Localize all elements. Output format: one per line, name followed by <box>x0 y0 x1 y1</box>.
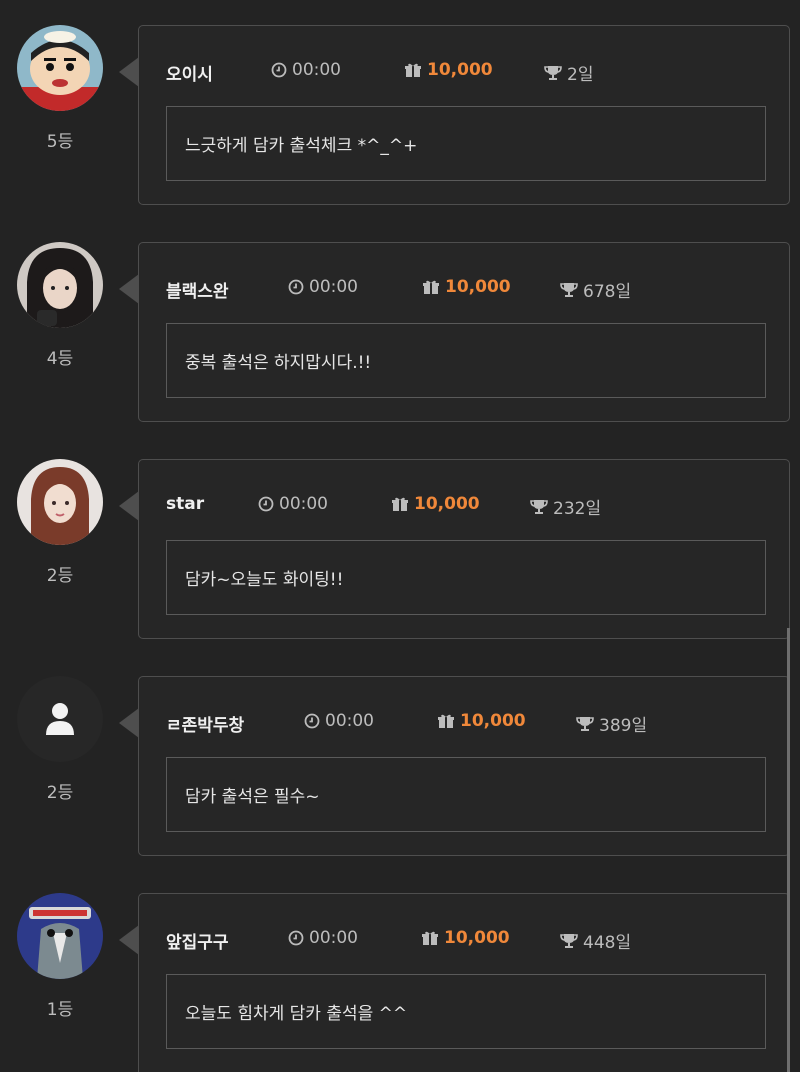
points: 10,000 <box>421 928 510 948</box>
clock-icon <box>288 279 304 295</box>
gift-icon <box>438 714 454 728</box>
nickname[interactable]: 앞집구구 <box>166 928 229 953</box>
speech-arrow <box>119 491 139 521</box>
comment-meta: 오이시 00:00 10,000 2일 <box>166 60 769 85</box>
comment-meta: 앞집구구 00:00 10,000 448일 <box>166 928 769 953</box>
avatar[interactable] <box>17 25 103 111</box>
time-value: 00:00 <box>309 928 358 948</box>
rank-label: 2등 <box>46 566 74 586</box>
comment-meta: ㄹ존박두창 00:00 10,000 389일 <box>166 711 769 736</box>
days-value: 448일 <box>583 933 632 953</box>
cartoon-avatar-image <box>17 25 103 111</box>
comment-message: 담카~오늘도 화이팅!! <box>166 540 766 615</box>
default-user-icon <box>46 703 74 735</box>
comment-message: 오늘도 힘차게 담카 출석을 ^^ <box>166 974 766 1049</box>
speech-arrow <box>119 274 139 304</box>
time-value: 00:00 <box>325 711 374 731</box>
attendance-list: 5등 오이시 00:00 10,000 2일 느긋하게 담카 출석체크 *^_^… <box>0 0 800 1072</box>
comment-card: 블랙스완 00:00 10,000 678일 중복 출석은 하지맙시다.!! <box>119 242 790 422</box>
speech-arrow <box>119 57 139 87</box>
gift-icon <box>423 280 439 294</box>
trophy-icon <box>560 933 578 948</box>
time-value: 00:00 <box>309 277 358 297</box>
nickname[interactable]: ㄹ존박두창 <box>166 711 244 736</box>
points-value: 10,000 <box>444 928 510 948</box>
points-value: 10,000 <box>427 60 493 80</box>
gift-icon <box>422 931 438 945</box>
attendance-entry: 4등 블랙스완 00:00 10,000 678일 중복 출석은 하지맙시다.!… <box>0 217 800 434</box>
attendance-entry: 2등 star 00:00 10,000 232일 담카~오늘도 화이팅!! <box>0 434 800 651</box>
trophy-icon <box>544 65 562 80</box>
user-column: 5등 <box>17 25 103 152</box>
days-value: 678일 <box>583 282 632 302</box>
scrollbar-thumb[interactable] <box>787 628 790 1072</box>
comment-card: star 00:00 10,000 232일 담카~오늘도 화이팅!! <box>119 459 790 639</box>
attendance-days: 232일 <box>530 494 601 519</box>
check-time: 00:00 <box>288 928 358 948</box>
points: 10,000 <box>404 60 493 80</box>
attendance-days: 678일 <box>560 277 631 302</box>
nickname[interactable]: star <box>166 494 204 514</box>
comment-message: 느긋하게 담카 출석체크 *^_^+ <box>166 106 766 181</box>
gift-icon <box>405 63 421 77</box>
comment-meta: star 00:00 10,000 232일 <box>166 494 769 519</box>
speech-arrow <box>119 708 139 738</box>
clock-icon <box>304 713 320 729</box>
trophy-icon <box>560 282 578 297</box>
check-time: 00:00 <box>258 494 328 514</box>
avatar[interactable] <box>17 459 103 545</box>
points: 10,000 <box>422 277 511 297</box>
clock-icon <box>271 62 287 78</box>
comment-card: 오이시 00:00 10,000 2일 느긋하게 담카 출석체크 *^_^+ <box>119 25 790 205</box>
gift-icon <box>392 497 408 511</box>
user-column: 1등 <box>17 893 103 1020</box>
bird-avatar-image <box>17 893 103 979</box>
attendance-entry: 1등 앞집구구 00:00 10,000 448일 오늘도 힘차게 담카 출석을… <box>0 868 800 1072</box>
attendance-days: 2일 <box>544 60 593 85</box>
avatar[interactable] <box>17 242 103 328</box>
comment-meta: 블랙스완 00:00 10,000 678일 <box>166 277 769 302</box>
comment-card: 앞집구구 00:00 10,000 448일 오늘도 힘차게 담카 출석을 ^^ <box>119 893 790 1072</box>
days-value: 389일 <box>599 716 648 736</box>
rank-label: 1등 <box>46 1000 74 1020</box>
comment-card: ㄹ존박두창 00:00 10,000 389일 담카 출석은 필수~ <box>119 676 790 856</box>
rank-label: 4등 <box>46 349 74 369</box>
avatar[interactable] <box>17 893 103 979</box>
check-time: 00:00 <box>288 277 358 297</box>
time-value: 00:00 <box>279 494 328 514</box>
points-value: 10,000 <box>460 711 526 731</box>
check-time: 00:00 <box>304 711 374 731</box>
time-value: 00:00 <box>292 60 341 80</box>
woman-avatar-image <box>17 459 103 545</box>
clock-icon <box>288 930 304 946</box>
attendance-days: 448일 <box>560 928 631 953</box>
comment-message: 중복 출석은 하지맙시다.!! <box>166 323 766 398</box>
points: 10,000 <box>437 711 526 731</box>
trophy-icon <box>576 716 594 731</box>
attendance-entry: 5등 오이시 00:00 10,000 2일 느긋하게 담카 출석체크 *^_^… <box>0 0 800 217</box>
attendance-entry: 2등 ㄹ존박두창 00:00 10,000 389일 담카 출석은 필수~ <box>0 651 800 868</box>
check-time: 00:00 <box>271 60 341 80</box>
comment-message: 담카 출석은 필수~ <box>166 757 766 832</box>
points: 10,000 <box>391 494 480 514</box>
rank-label: 2등 <box>46 783 74 803</box>
points-value: 10,000 <box>414 494 480 514</box>
rank-label: 5등 <box>46 132 74 152</box>
avatar[interactable] <box>17 676 103 762</box>
user-column: 2등 <box>17 676 103 803</box>
woman-avatar-image <box>17 242 103 328</box>
points-value: 10,000 <box>445 277 511 297</box>
days-value: 2일 <box>567 65 594 85</box>
clock-icon <box>258 496 274 512</box>
trophy-icon <box>530 499 548 514</box>
nickname[interactable]: 블랙스완 <box>166 277 229 302</box>
speech-arrow <box>119 925 139 955</box>
attendance-days: 389일 <box>576 711 647 736</box>
days-value: 232일 <box>553 499 602 519</box>
nickname[interactable]: 오이시 <box>166 60 213 85</box>
user-column: 2등 <box>17 459 103 586</box>
user-column: 4등 <box>17 242 103 369</box>
